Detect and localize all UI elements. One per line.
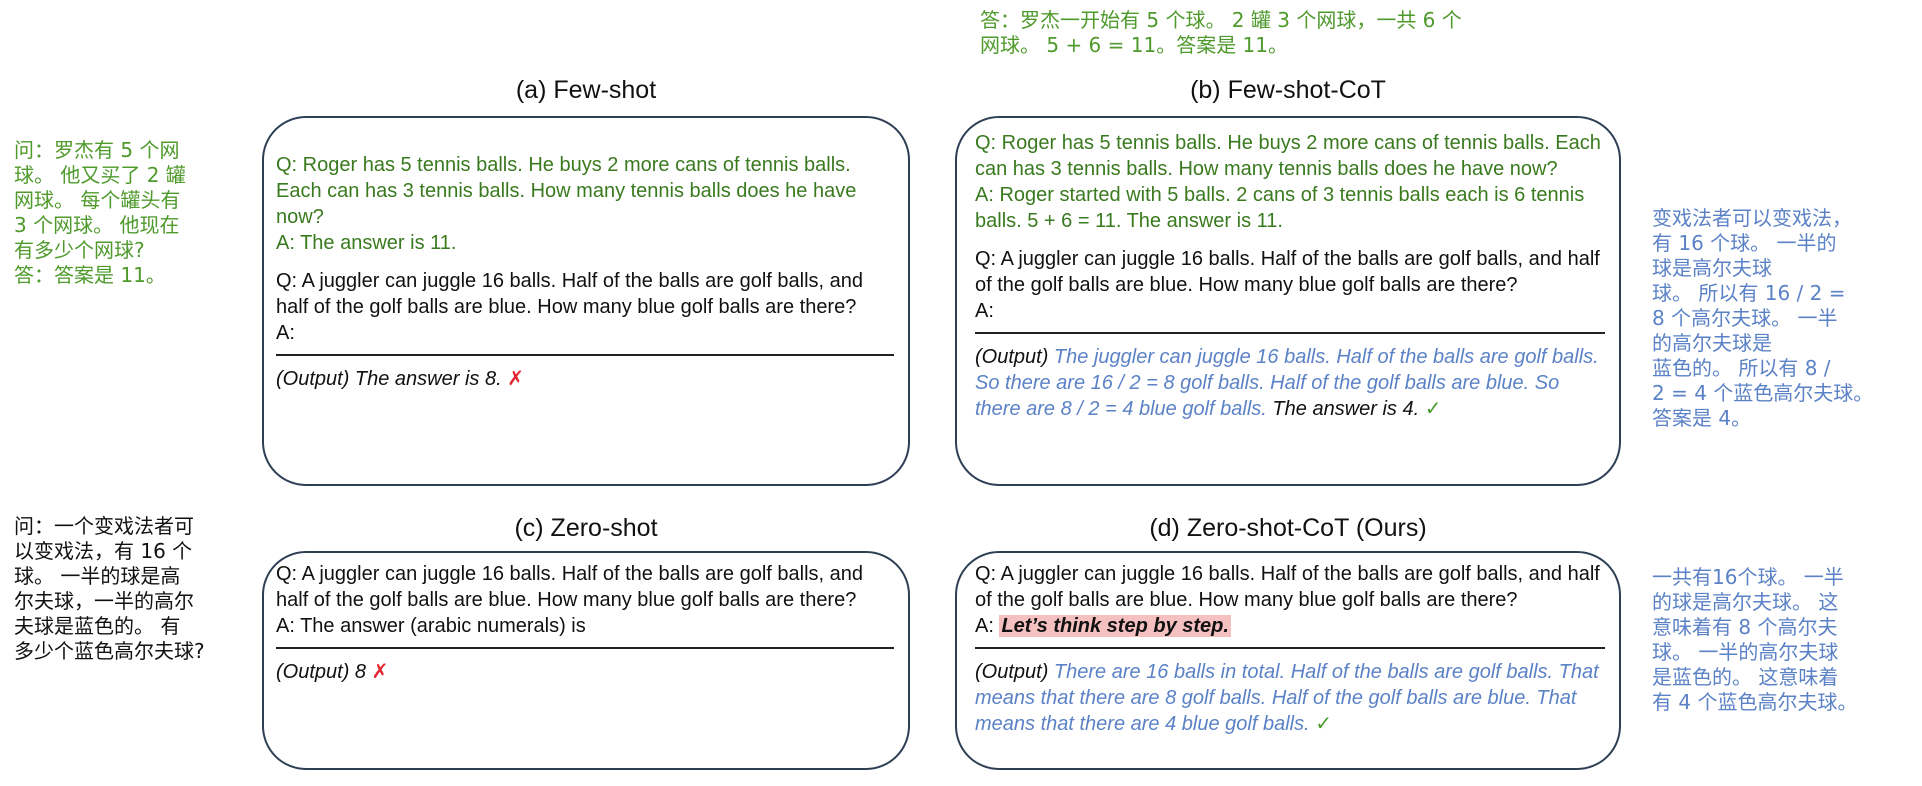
panel-b-question: Q: A juggler can juggle 16 balls. Half o… <box>975 248 1600 296</box>
panel-a: Q: Roger has 5 tennis balls. He buys 2 m… <box>262 116 910 486</box>
panel-a-title: (a) Few-shot <box>515 76 657 104</box>
panel-b-example-question: Q: Roger has 5 tennis balls. He buys 2 m… <box>975 132 1601 180</box>
panel-c-divider <box>276 647 894 649</box>
panel-a-example-question: Q: Roger has 5 tennis balls. He buys 2 m… <box>276 154 857 228</box>
panel-b-title: (b) Few-shot-CoT <box>1190 76 1386 104</box>
note-right-top: 变戏法者可以变戏法， 有 16 个球。 一半的 球是高尔夫球 球。 所以有 16… <box>1652 206 1874 430</box>
panel-c-question: Q: A juggler can juggle 16 balls. Half o… <box>276 563 864 611</box>
note-left-bottom: 问：一个变戏法者可 以变戏法，有 16 个 球。 一半的球是高 尔夫球，一半的高… <box>14 514 205 663</box>
panel-b-output: (Output) The juggler can juggle 16 balls… <box>975 344 1605 422</box>
note-left-top: 问：罗杰有 5 个网 球。 他又买了 2 罐 网球。 每个罐头有 3 个网球。 … <box>14 138 186 287</box>
panel-a-divider <box>276 354 894 356</box>
panel-b-output-answer: The answer is 4. <box>1272 398 1420 420</box>
panel-c-answer-prompt: A: The answer (arabic numerals) is <box>276 615 586 637</box>
panel-b-divider <box>975 332 1605 334</box>
panel-b-answer-prompt: A: <box>975 300 994 322</box>
panel-a-answer-prompt: A: <box>276 322 295 344</box>
panel-c: Q: A juggler can juggle 16 balls. Half o… <box>262 551 910 770</box>
panel-c-output: (Output) 8 ✗ <box>276 659 894 685</box>
panel-b: Q: Roger has 5 tennis balls. He buys 2 m… <box>955 116 1621 486</box>
panel-d-answer-prompt: A: Let’s think step by step. <box>975 613 1605 639</box>
cross-icon: ✗ <box>371 661 389 683</box>
panel-b-example-answer: A: Roger started with 5 balls. 2 cans of… <box>975 184 1585 232</box>
panel-a-example-answer: A: The answer is 11. <box>276 232 457 254</box>
panel-d: Q: A juggler can juggle 16 balls. Half o… <box>955 551 1621 770</box>
panel-d-output: (Output) There are 16 balls in total. Ha… <box>975 659 1605 737</box>
panel-d-output-label: (Output) <box>975 661 1049 683</box>
panel-d-title: (d) Zero-shot-CoT (Ours) <box>1149 514 1427 542</box>
panel-a-output-text: (Output) The answer is 8. <box>276 368 502 390</box>
check-icon: ✓ <box>1424 398 1442 420</box>
panel-a-output: (Output) The answer is 8. ✗ <box>276 366 894 392</box>
panel-d-trigger-phrase: Let’s think step by step. <box>999 615 1231 637</box>
cross-icon: ✗ <box>507 368 524 390</box>
panel-d-answer-prefix: A: <box>975 615 994 637</box>
note-right-bottom: 一共有16个球。 一半 的球是高尔夫球。 这 意味着有 8 个高尔夫 球。 一半… <box>1652 565 1858 714</box>
panel-c-output-text: (Output) 8 <box>276 661 367 683</box>
panel-a-question: Q: A juggler can juggle 16 balls. Half o… <box>276 270 864 318</box>
panel-d-divider <box>975 647 1605 649</box>
panel-d-question: Q: A juggler can juggle 16 balls. Half o… <box>975 563 1600 611</box>
panel-d-output-reasoning: There are 16 balls in total. Half of the… <box>975 661 1599 735</box>
check-icon: ✓ <box>1315 713 1332 735</box>
note-top-center: 答：罗杰一开始有 5 个球。 2 罐 3 个网球，一共 6 个 网球。 5 + … <box>980 8 1462 57</box>
panel-b-output-label: (Output) <box>975 346 1049 368</box>
panel-c-title: (c) Zero-shot <box>514 514 658 542</box>
